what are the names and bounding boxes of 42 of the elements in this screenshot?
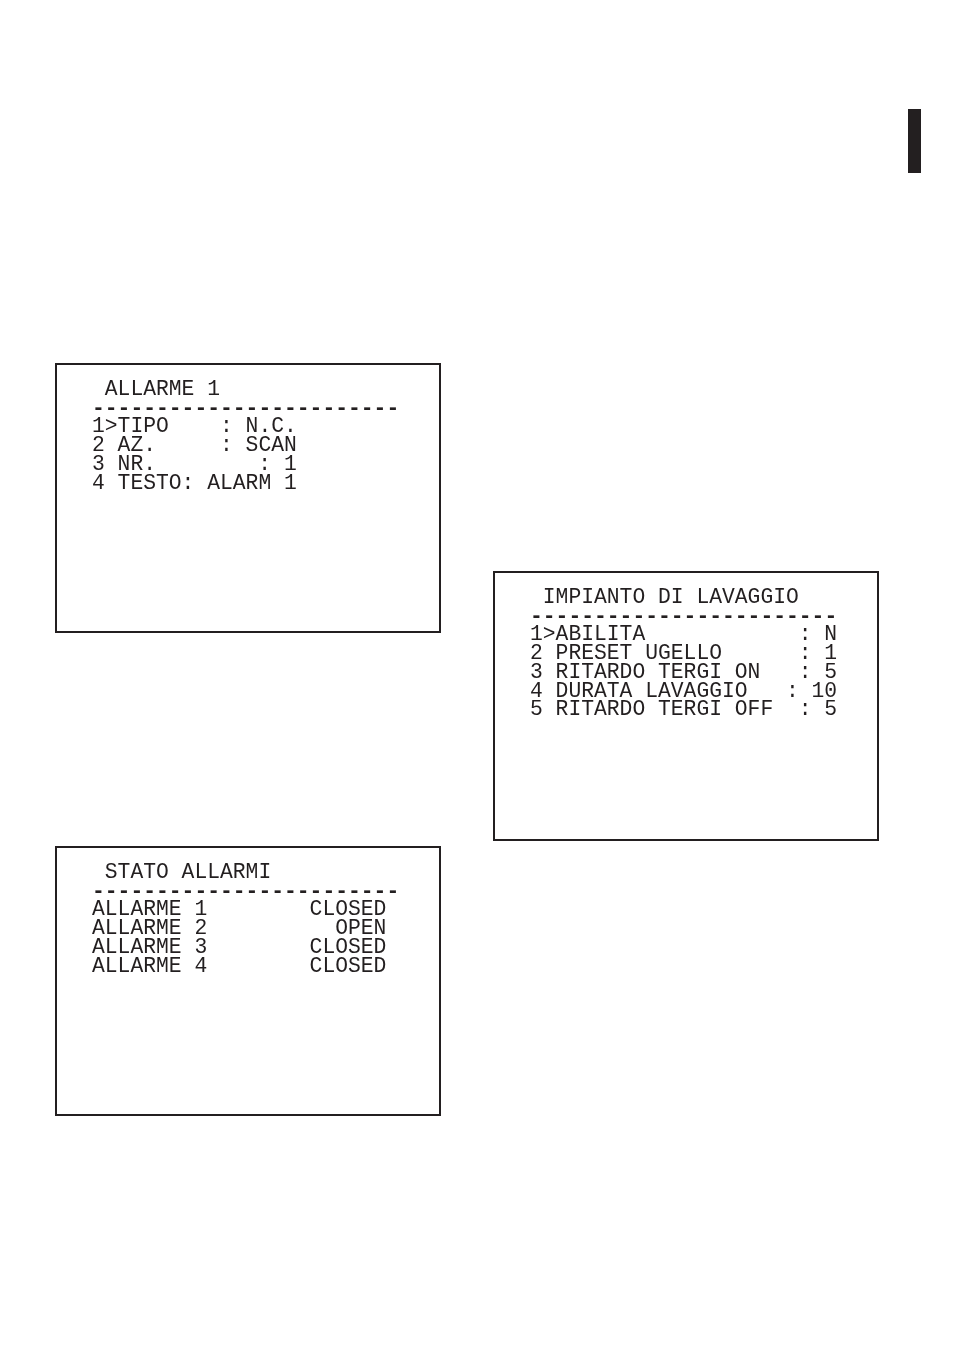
separator-colon: :: [181, 473, 195, 493]
dashed-divider: ------------------------: [92, 881, 400, 901]
menu-item-value: 5: [823, 700, 838, 719]
alarm-status: CLOSED: [309, 937, 387, 957]
menu-item-value: 10: [810, 681, 838, 701]
dashed-divider: ------------------------: [530, 606, 838, 626]
alarm-name: ALLARME 4: [92, 956, 208, 976]
menu-item-value: 5: [824, 662, 838, 682]
menu-item-label: 3 NR.: [92, 454, 156, 474]
menu-item-label: 3 RITARDO TERGI ON: [530, 662, 761, 682]
separator-colon: :: [798, 625, 812, 645]
alarm-status: CLOSED: [309, 956, 387, 976]
alarm-status: CLOSED: [309, 900, 387, 920]
menu-item-label: 2 PRESET UGELLO: [530, 644, 722, 663]
separator-colon: :: [258, 454, 272, 474]
alarm-name: ALLARME 2: [92, 919, 208, 938]
menu-title: IMPIANTO DI LAVAGGIO: [542, 588, 799, 607]
alarm-name: ALLARME 3: [92, 937, 208, 957]
alarm-name: ALLARME 1: [92, 900, 208, 920]
menu-item-label: 1>TIPO: [92, 417, 169, 437]
menu-item-label: 4 TESTO: [92, 473, 182, 493]
separator-colon: :: [798, 662, 812, 682]
menu-title: ALLARME 1: [104, 380, 220, 399]
menu-item-value: 1: [282, 454, 297, 474]
separator-colon: :: [798, 700, 812, 719]
menu-item-label: 1>ABILITA: [530, 625, 646, 645]
menu-item-value: N.C.: [244, 417, 297, 437]
menu-item-label: 4 DURATA LAVAGGIO: [530, 681, 748, 701]
menu-item-label: 2 AZ.: [92, 436, 156, 455]
separator-colon: :: [219, 436, 233, 455]
menu-item-value: SCAN: [244, 436, 297, 455]
menu-item-value: N: [823, 625, 838, 645]
menu-item-label: 5 RITARDO TERGI OFF: [530, 700, 774, 719]
separator-colon: :: [219, 417, 233, 437]
section-tab-marker: [908, 109, 921, 173]
menu-item-value: ALARM 1: [206, 473, 297, 493]
separator-colon: :: [785, 681, 799, 701]
dashed-divider: ------------------------: [92, 398, 400, 418]
separator-colon: :: [798, 644, 812, 663]
menu-title: STATO ALLARMI: [104, 863, 272, 882]
menu-item-value: 1: [823, 644, 838, 663]
alarm-status: OPEN: [335, 919, 387, 938]
